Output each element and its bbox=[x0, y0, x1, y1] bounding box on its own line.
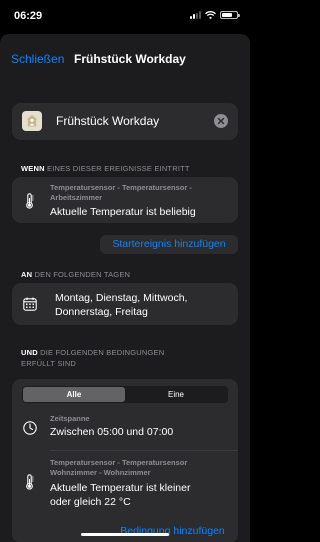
clock-icon bbox=[23, 421, 37, 435]
home-person-icon[interactable] bbox=[22, 111, 42, 131]
page-title: Frühstück Workday bbox=[74, 52, 186, 66]
calendar-icon bbox=[23, 297, 37, 311]
condition-mode-segmented-control: Alle Eine bbox=[22, 386, 228, 403]
add-condition-button[interactable]: Bedingung hinzufügen bbox=[107, 522, 238, 541]
condition-time-title: Zwischen 05:00 und 07:00 bbox=[50, 426, 174, 438]
status-bar: 06:29 bbox=[0, 0, 250, 30]
days-item[interactable]: Montag, Dienstag, Mittwoch, Donnerstag, … bbox=[12, 283, 238, 325]
thermometer-icon bbox=[26, 474, 34, 490]
days-section-label: AN DEN FOLGENDEN TAGEN bbox=[21, 270, 131, 279]
status-time: 06:29 bbox=[14, 10, 43, 22]
segment-option-one[interactable]: Eine bbox=[125, 387, 227, 402]
conditions-card: Alle Eine Zeitspanne Zwischen 05:00 und … bbox=[12, 379, 238, 542]
segment-option-all[interactable]: Alle bbox=[23, 387, 125, 402]
cellular-signal-icon bbox=[190, 11, 201, 19]
automation-name-field[interactable]: Frühstück Workday bbox=[12, 103, 238, 140]
divider bbox=[50, 450, 238, 451]
wifi-icon bbox=[205, 11, 216, 19]
navigation-bar: Schließen Frühstück Workday bbox=[0, 34, 250, 84]
add-trigger-button[interactable]: Startereignis hinzufügen bbox=[100, 235, 238, 254]
close-button[interactable]: Schließen bbox=[11, 52, 64, 66]
trigger-event-item[interactable]: Temperatursensor - Temperatursensor - Ar… bbox=[12, 177, 238, 223]
condition-temp-subtitle: Temperatursensor - Temperatursensor Wohn… bbox=[50, 458, 188, 478]
trigger-title: Aktuelle Temperatur ist beliebig bbox=[50, 206, 196, 218]
home-indicator bbox=[81, 533, 169, 536]
clear-icon[interactable] bbox=[214, 114, 228, 128]
thermometer-icon bbox=[26, 193, 34, 209]
battery-icon bbox=[220, 11, 240, 19]
days-value: Montag, Dienstag, Mittwoch, Donnerstag, … bbox=[55, 292, 188, 319]
conditions-section-label: UND DIE FOLGENDEN BEDINGUNGEN ERFÜLLT SI… bbox=[21, 348, 165, 368]
automation-name-value[interactable]: Frühstück Workday bbox=[56, 114, 159, 128]
trigger-subtitle: Temperatursensor - Temperatursensor - Ar… bbox=[50, 183, 192, 203]
battery-level bbox=[222, 13, 232, 17]
automation-sheet: Schließen Frühstück Workday Frühstück Wo… bbox=[0, 34, 250, 542]
status-icons bbox=[190, 11, 240, 19]
condition-time-subtitle: Zeitspanne bbox=[50, 414, 90, 423]
condition-temp-title: Aktuelle Temperatur ist kleiner oder gle… bbox=[50, 482, 191, 508]
when-section-label: WENN EINES DIESER EREIGNISSE EINTRITT bbox=[21, 164, 190, 173]
